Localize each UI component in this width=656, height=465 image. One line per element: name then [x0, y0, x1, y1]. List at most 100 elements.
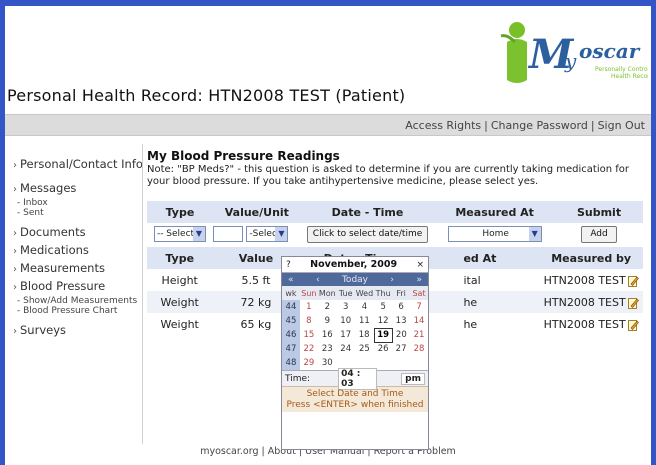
page: Personal Health Record: HTN2008 TEST (Pa…: [5, 6, 651, 465]
page-title: Personal Health Record: HTN2008 TEST (Pa…: [7, 86, 406, 105]
calendar-day[interactable]: 3: [337, 300, 355, 314]
calendar-status-line2: Press <ENTER> when finished: [286, 400, 424, 410]
calendar-day[interactable]: 24: [337, 342, 355, 356]
svg-text:Personally Controlled: Personally Controlled: [595, 66, 648, 73]
help-button[interactable]: ?: [286, 260, 291, 270]
prev-year-button[interactable]: «: [288, 275, 294, 285]
next-year-button[interactable]: »: [416, 275, 422, 285]
nav-messages[interactable]: › Messages: [5, 180, 145, 198]
calendar-day[interactable]: 7: [410, 300, 428, 314]
calendar-month-label: November, 2009: [310, 259, 398, 270]
myoscar-logo[interactable]: M y oscar Personally Controlled Health R…: [493, 16, 648, 91]
section-heading: My Blood Pressure Readings: [147, 149, 340, 163]
form-header-measured-at: Measured At: [455, 205, 534, 219]
calendar-day[interactable]: 22: [300, 342, 318, 356]
change-password-link[interactable]: Change Password: [491, 119, 588, 132]
weekday-header: Sat: [410, 286, 428, 300]
svg-text:oscar: oscar: [579, 39, 641, 63]
calendar-day[interactable]: 23: [318, 342, 337, 356]
col-header-measured-by: Measured by: [551, 251, 632, 265]
footer-link-myoscar[interactable]: myoscar.org: [200, 446, 258, 457]
nav-measurements[interactable]: › Measurements: [5, 260, 145, 278]
calendar-day[interactable]: 16: [318, 328, 337, 342]
edit-icon[interactable]: [627, 275, 639, 287]
calendar-day[interactable]: 21: [410, 328, 428, 342]
calendar-day[interactable]: 6: [392, 300, 410, 314]
calendar-day[interactable]: 9: [318, 314, 337, 328]
calendar-day[interactable]: 15: [300, 328, 318, 342]
calendar-day[interactable]: 5: [374, 300, 392, 314]
add-button[interactable]: Add: [581, 225, 617, 243]
calendar-day[interactable]: 13: [392, 314, 410, 328]
calendar-day[interactable]: 20: [392, 328, 410, 342]
calendar-day[interactable]: 11: [355, 314, 375, 328]
weekday-header-row: wk Sun Mon Tue Wed Thu Fri Sat: [282, 286, 428, 300]
measured-at-select[interactable]: Home ▼: [447, 226, 542, 242]
cell-type: Weight: [160, 295, 199, 309]
date-time-picker-popup: ? November, 2009 × « ‹ Today › » wk Sun …: [281, 256, 429, 450]
svg-text:Health Record: Health Record: [611, 73, 648, 80]
prev-month-button[interactable]: ‹: [316, 275, 320, 285]
calendar-day[interactable]: 4: [355, 300, 375, 314]
time-input[interactable]: 04 : 03: [338, 367, 378, 390]
today-button[interactable]: Today: [342, 275, 368, 285]
sign-out-link[interactable]: Sign Out: [598, 119, 645, 132]
weekday-header: Thu: [374, 286, 393, 300]
calendar-day[interactable]: 17: [337, 328, 355, 342]
calendar-day[interactable]: 18: [355, 328, 375, 342]
calendar-day[interactable]: 14: [410, 314, 428, 328]
calendar-day[interactable]: 27: [392, 342, 410, 356]
value-input[interactable]: [212, 226, 243, 242]
nav-blood-pressure-chart[interactable]: - Blood Pressure Chart: [5, 306, 145, 316]
nav-inbox[interactable]: - Inbox: [5, 198, 145, 208]
calendar-day[interactable]: 26: [374, 342, 392, 356]
calendar-day[interactable]: 29: [300, 356, 318, 370]
col-header-measured-at: ed At: [463, 251, 497, 265]
header: Personal Health Record: HTN2008 TEST (Pa…: [5, 6, 651, 114]
calendar-week-row: 46 15 16 17 18 19 20 21: [282, 327, 428, 343]
next-month-button[interactable]: ›: [390, 275, 394, 285]
unit-select[interactable]: -Select- ▼: [246, 226, 289, 242]
edit-icon[interactable]: [627, 297, 639, 309]
type-select[interactable]: -- Select -- ▼: [153, 226, 206, 242]
time-label: Time:: [285, 373, 311, 384]
nav-show-add-measurements[interactable]: - Show/Add Measurements: [5, 296, 145, 306]
nav-sent[interactable]: - Sent: [5, 208, 145, 218]
time-row: Time: 04 : 03 pm: [282, 367, 428, 390]
nav-blood-pressure[interactable]: › Blood Pressure: [5, 278, 145, 296]
weekday-header: Fri: [392, 286, 411, 300]
date-time-picker-button[interactable]: Click to select date/time: [306, 225, 429, 243]
chevron-right-icon: ›: [13, 228, 17, 239]
calendar-day: [410, 356, 428, 370]
calendar-day[interactable]: 30: [318, 356, 337, 370]
calendar-day[interactable]: 2: [318, 300, 337, 314]
close-icon[interactable]: ×: [416, 260, 424, 270]
cell-measured-by: HTN2008 TEST: [543, 295, 626, 309]
chevron-down-icon: ▼: [275, 227, 288, 241]
calendar-day[interactable]: 25: [355, 342, 375, 356]
form-header-submit: Submit: [576, 205, 622, 219]
weekday-header: Wed: [354, 286, 375, 300]
ampm-toggle[interactable]: pm: [401, 372, 425, 385]
nav-medications[interactable]: › Medications: [5, 242, 145, 260]
cell-measured-by: HTN2008 TEST: [543, 273, 626, 287]
calendar-day[interactable]: 12: [374, 314, 392, 328]
edit-icon[interactable]: [627, 319, 639, 331]
calendar-day[interactable]: 28: [410, 342, 428, 356]
calendar-day[interactable]: 10: [337, 314, 355, 328]
weekday-header: Mon: [317, 286, 337, 300]
calendar-day[interactable]: 1: [300, 300, 318, 314]
week-number: 44: [282, 300, 300, 314]
cell-measured-at: he: [463, 317, 478, 331]
chevron-right-icon: ›: [13, 160, 17, 171]
sidebar: › Personal/Contact Info › Messages - Inbox…: [5, 156, 145, 340]
access-rights-link[interactable]: Access Rights: [405, 119, 481, 132]
nav-personal-contact-info[interactable]: › Personal/Contact Info: [5, 156, 145, 174]
calendar-title-bar: ? November, 2009 ×: [282, 257, 428, 273]
calendar-day-selected[interactable]: 19: [373, 327, 393, 343]
calendar-day[interactable]: 8: [300, 314, 318, 328]
nav-documents[interactable]: › Documents: [5, 224, 145, 242]
chevron-right-icon: ›: [13, 282, 17, 293]
nav-surveys[interactable]: › Surveys: [5, 322, 145, 340]
account-bar: Access Rights | Change Password | Sign Out: [5, 114, 651, 136]
